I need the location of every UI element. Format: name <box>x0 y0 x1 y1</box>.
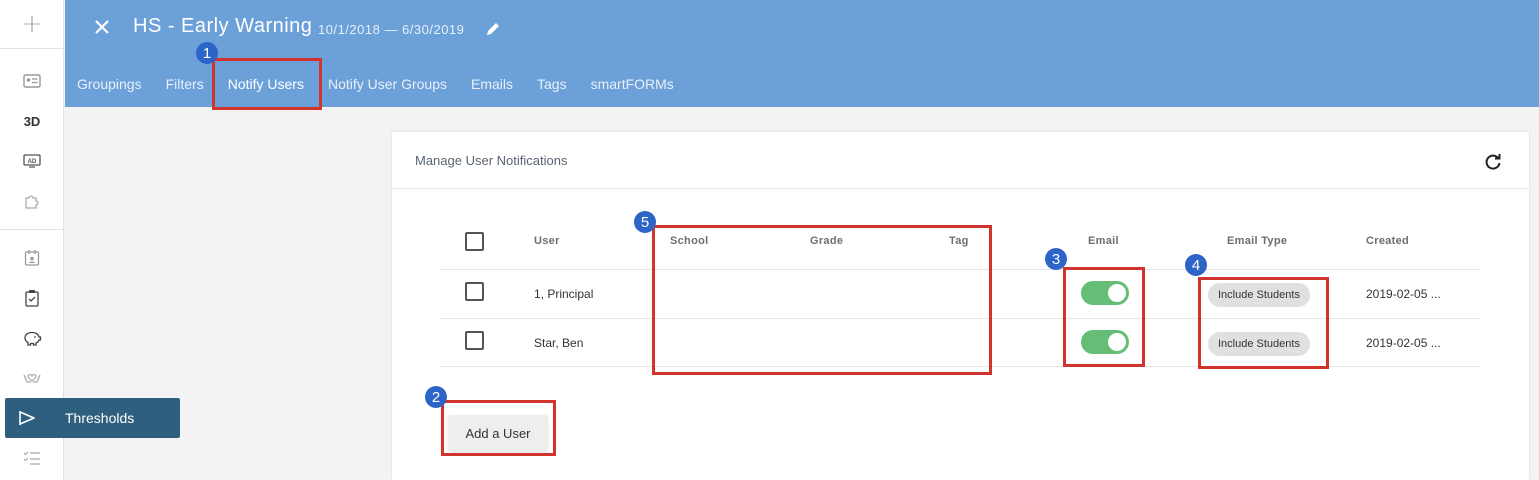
close-icon[interactable] <box>91 16 113 38</box>
column-header-email-type[interactable]: Email Type <box>1227 235 1287 247</box>
calendar-person-icon[interactable] <box>0 242 64 274</box>
refresh-icon[interactable] <box>1483 152 1503 172</box>
checklist-icon[interactable] <box>0 442 64 474</box>
hands-heart-icon[interactable] <box>0 362 64 394</box>
user-name: Star, Ben <box>534 336 584 350</box>
row-checkbox[interactable] <box>465 282 484 301</box>
callout-badge: 3 <box>1045 248 1067 270</box>
callout-badge: 2 <box>425 386 447 408</box>
created-date: 2019-02-05 ... <box>1366 287 1441 301</box>
callout-badge: 5 <box>634 211 656 233</box>
sidebar-item-label: Thresholds <box>65 410 135 426</box>
rail-divider <box>0 229 64 230</box>
ad-icon[interactable]: AD <box>0 145 64 177</box>
tab-emails[interactable]: Emails <box>459 70 525 98</box>
callout-badge: 1 <box>196 42 218 64</box>
3d-icon[interactable]: 3D <box>0 105 64 137</box>
column-header-user[interactable]: User <box>534 235 560 247</box>
user-name: 1, Principal <box>534 287 594 301</box>
callout-badge: 4 <box>1185 254 1207 276</box>
column-header-email[interactable]: Email <box>1088 235 1119 247</box>
piggy-bank-icon[interactable] <box>0 322 64 354</box>
tab-filters[interactable]: Filters <box>154 70 216 98</box>
created-date: 2019-02-05 ... <box>1366 336 1441 350</box>
row-checkbox[interactable] <box>465 331 484 350</box>
page-title: HS - Early Warning <box>133 15 313 37</box>
card-header: Manage User Notifications <box>392 132 1529 189</box>
select-all-checkbox[interactable] <box>465 232 484 251</box>
rail-divider <box>0 48 64 49</box>
date-range: 10/1/2018 — 6/30/2019 <box>318 22 465 37</box>
highlight-box <box>212 58 322 110</box>
add-icon[interactable]: + <box>0 8 64 40</box>
highlight-box <box>652 225 992 375</box>
highlight-box <box>1198 277 1329 369</box>
flag-icon <box>5 410 49 426</box>
sidebar-item-thresholds[interactable]: Thresholds <box>5 398 180 438</box>
tab-bar: Groupings Filters Notify Users Notify Us… <box>65 70 686 98</box>
tab-smartforms[interactable]: smartFORMs <box>579 70 686 98</box>
id-card-icon[interactable] <box>0 65 64 97</box>
tab-tags[interactable]: Tags <box>525 70 579 98</box>
puzzle-icon[interactable] <box>0 185 64 217</box>
tab-groupings[interactable]: Groupings <box>65 70 154 98</box>
column-header-created[interactable]: Created <box>1366 235 1409 247</box>
card-title: Manage User Notifications <box>415 153 568 168</box>
tab-notify-user-groups[interactable]: Notify User Groups <box>316 70 459 98</box>
clipboard-icon[interactable] <box>0 282 64 314</box>
edit-icon[interactable] <box>485 21 501 37</box>
svg-text:AD: AD <box>28 159 37 165</box>
highlight-box <box>441 400 556 456</box>
highlight-box <box>1063 267 1145 367</box>
